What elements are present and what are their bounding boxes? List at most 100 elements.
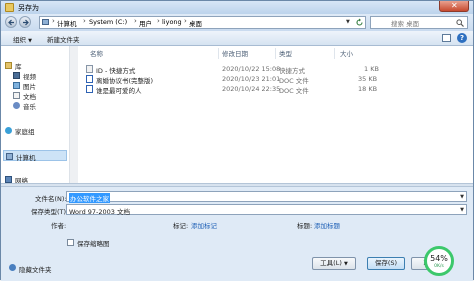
- file-name: ID - 快捷方式: [96, 67, 136, 75]
- filetype-select[interactable]: Word 97-2003 文档 ▼: [66, 204, 467, 216]
- computer-icon: [42, 19, 49, 25]
- file-name: 谁是最可爱的人: [96, 87, 142, 95]
- tools-label: 工具(L): [320, 259, 342, 267]
- file-type: DOC 文件: [279, 87, 309, 95]
- address-bar[interactable]: › 计算机 › System (C:) › 用户 › liyong › 桌面 ▼: [39, 16, 366, 29]
- breadcrumb-drive[interactable]: System (C:): [89, 18, 127, 26]
- tools-button[interactable]: 工具(L) ▼: [312, 257, 356, 270]
- file-date: 2020/10/24 22:35: [222, 85, 281, 93]
- sidebar-item-label: 计算机: [16, 154, 36, 162]
- view-options-icon[interactable]: [442, 34, 451, 42]
- organize-menu[interactable]: 组织 ▼: [13, 34, 32, 44]
- sidebar-item-label: 视频: [23, 73, 36, 81]
- sidebar-item-pictures[interactable]: 图片: [13, 81, 65, 91]
- thumbnail-label: 保存缩略图: [77, 240, 110, 248]
- help-icon[interactable]: ?: [457, 33, 467, 43]
- homegroup-icon: [5, 127, 12, 134]
- sidebar-item-documents[interactable]: 文档: [13, 91, 65, 101]
- column-header-name[interactable]: 名称: [90, 48, 103, 59]
- table-row[interactable]: 谁是最可爱的人 2020/10/24 22:35 DOC 文件 18 KB: [86, 85, 386, 95]
- file-size: 18 KB: [358, 85, 378, 93]
- author-label: 作者:: [51, 222, 67, 230]
- sidebar-item-computer[interactable]: 计算机: [3, 150, 67, 162]
- breadcrumb-separator: ›: [52, 17, 55, 25]
- search-icon: [456, 19, 464, 27]
- title-label: 标题:: [297, 222, 313, 230]
- file-size: 35 KB: [358, 75, 378, 83]
- filename-field[interactable]: 办公软件之家 ▼: [66, 191, 467, 203]
- tags-field[interactable]: 添加标记: [191, 220, 217, 230]
- column-divider[interactable]: [218, 48, 219, 59]
- breadcrumb-computer[interactable]: 计算机: [57, 18, 77, 28]
- tags-label: 标记:: [173, 222, 189, 230]
- column-header-date[interactable]: 修改日期: [222, 48, 248, 59]
- picture-icon: [13, 82, 20, 89]
- column-header-type[interactable]: 类型: [279, 48, 292, 59]
- column-divider[interactable]: [275, 48, 276, 59]
- history-dropdown-icon[interactable]: ▼: [346, 19, 350, 25]
- network-icon: [5, 176, 12, 183]
- table-row[interactable]: ID - 快捷方式 2020/10/22 15:08 快捷方式 1 KB: [86, 65, 386, 75]
- shortcut-icon: [86, 65, 93, 73]
- sidebar-item-label: 音乐: [23, 103, 36, 111]
- sidebar-item-label: 图片: [23, 83, 36, 91]
- file-date: 2020/10/22 15:08: [222, 65, 281, 73]
- sidebar-item-library[interactable]: 库: [5, 61, 65, 71]
- breadcrumb-separator: ›: [157, 17, 160, 25]
- chevron-down-icon: ▼: [460, 207, 464, 213]
- computer-icon: [6, 153, 13, 160]
- close-icon: ✕: [451, 1, 458, 10]
- refresh-button[interactable]: [355, 18, 364, 27]
- breadcrumb-desktop[interactable]: 桌面: [189, 18, 202, 28]
- save-label: 保存(S): [374, 259, 398, 267]
- doc-file-icon: [86, 85, 93, 93]
- address-row: › 计算机 › System (C:) › 用户 › liyong › 桌面 ▼…: [1, 14, 473, 31]
- navigation-pane[interactable]: 库 视频 图片 文档 音乐 家庭组 计算机 网络: [1, 46, 70, 185]
- search-placeholder: 搜索 桌面: [391, 20, 420, 28]
- save-as-dialog: 另存为 ✕ › 计算机 › System (C:) › 用户 › liyong …: [0, 0, 474, 281]
- title-field[interactable]: 添加标题: [314, 220, 340, 230]
- library-icon: [5, 62, 12, 69]
- filename-label: 文件名(N):: [35, 195, 67, 203]
- command-bar: 组织 ▼ 新建文件夹 ?: [1, 31, 473, 46]
- file-type: 快捷方式: [279, 67, 305, 75]
- document-icon: [13, 92, 20, 99]
- sidebar-scrollbar[interactable]: [69, 46, 78, 183]
- sidebar-item-label: 库: [15, 63, 22, 71]
- file-type: DOC 文件: [279, 77, 309, 85]
- table-row[interactable]: 离婚协议书(完整版) 2020/10/23 21:01 DOC 文件 35 KB: [86, 75, 386, 85]
- chevron-up-icon: [9, 264, 16, 271]
- chevron-down-icon[interactable]: ▼: [460, 194, 464, 200]
- column-divider[interactable]: [334, 48, 335, 59]
- back-arrow-icon: [8, 19, 14, 26]
- sidebar-item-label: 文档: [23, 93, 36, 101]
- network-speed-gauge: 54% 0K/s: [424, 246, 454, 276]
- save-button[interactable]: 保存(S): [367, 257, 405, 270]
- file-date: 2020/10/23 21:01: [222, 75, 281, 83]
- refresh-icon: [356, 18, 363, 26]
- chevron-down-icon: ▼: [28, 38, 32, 44]
- sidebar-item-homegroup[interactable]: 家庭组: [5, 126, 65, 136]
- thumbnail-checkbox[interactable]: [67, 239, 74, 246]
- new-folder-button[interactable]: 新建文件夹: [47, 34, 80, 44]
- close-button[interactable]: ✕: [439, 1, 469, 12]
- music-icon: [13, 102, 20, 109]
- file-size: 1 KB: [364, 65, 379, 73]
- back-button[interactable]: [5, 16, 17, 28]
- file-name: 离婚协议书(完整版): [96, 77, 154, 85]
- chevron-down-icon: ▼: [343, 261, 348, 267]
- title-bar: 另存为 ✕: [1, 1, 473, 14]
- browser-pane: 库 视频 图片 文档 音乐 家庭组 计算机 网络 名称 修改日期 类型 大小 I…: [1, 46, 473, 185]
- search-box[interactable]: 搜索 桌面: [370, 16, 468, 29]
- breadcrumb-users[interactable]: 用户: [139, 18, 152, 28]
- filename-value: 办公软件之家: [69, 193, 110, 203]
- forward-button[interactable]: [19, 16, 31, 28]
- sidebar-item-videos[interactable]: 视频: [13, 71, 65, 81]
- window-title: 另存为: [18, 4, 39, 12]
- column-header-size[interactable]: 大小: [340, 48, 353, 59]
- file-list[interactable]: 名称 修改日期 类型 大小 ID - 快捷方式 2020/10/22 15:08…: [78, 46, 473, 183]
- app-icon: [5, 3, 14, 12]
- breadcrumb-user[interactable]: liyong: [162, 18, 182, 26]
- sidebar-item-label: 家庭组: [15, 128, 35, 136]
- sidebar-item-music[interactable]: 音乐: [13, 101, 65, 111]
